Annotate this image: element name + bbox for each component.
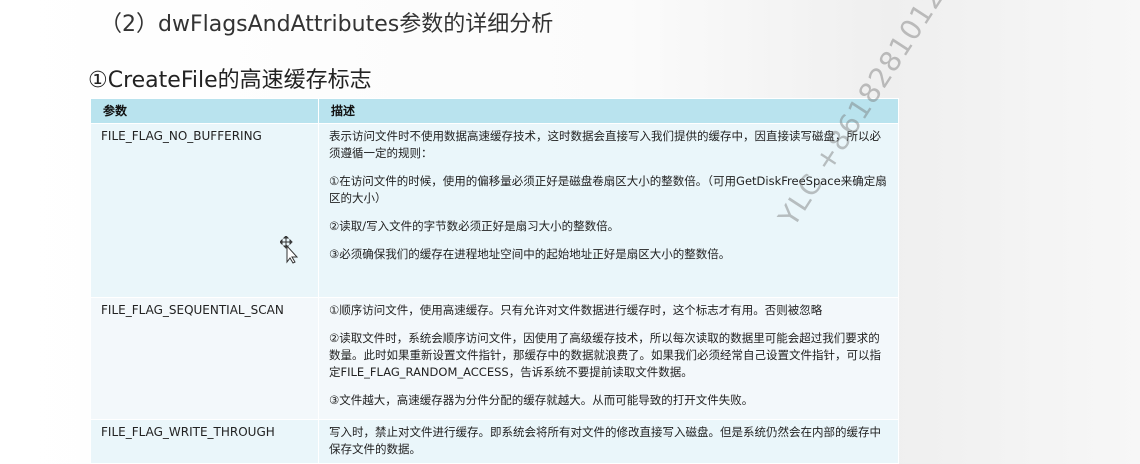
desc-paragraph: ①顺序访问文件，使用高速缓存。只有允许对文件数据进行缓存时，这个标志才有用。否则… [329, 303, 823, 317]
desc-paragraph: ③必须确保我们的缓存在进程地址空间中的起始地址正好是扇区大小的整数倍。 [329, 247, 731, 261]
desc-paragraph: 写入时，禁止对文件进行缓存。即系统会将所有对文件的修改直接写入磁盘。但是系统仍然… [329, 425, 881, 456]
table-row: FILE_FLAG_WRITE_THROUGH 写入时，禁止对文件进行缓存。即系… [90, 419, 899, 464]
table-row: FILE_FLAG_SEQUENTIAL_SCAN ①顺序访问文件，使用高速缓存… [90, 297, 899, 420]
flag-name: FILE_FLAG_SEQUENTIAL_SCAN [90, 297, 319, 420]
desc-paragraph: 表示访问文件时不使用数据高速缓存技术，这时数据会直接写入我们提供的缓存中，因直接… [329, 129, 881, 160]
subsection-heading: ①CreateFile的高速缓存标志 [88, 68, 372, 93]
flag-name: FILE_FLAG_NO_BUFFERING [90, 123, 319, 298]
table-header-row: 参数 描述 [90, 98, 899, 124]
flags-table: 参数 描述 FILE_FLAG_NO_BUFFERING 表示访问文件时不使用数… [90, 98, 899, 464]
header-param: 参数 [90, 98, 319, 124]
flag-name: FILE_FLAG_WRITE_THROUGH [90, 419, 319, 464]
section-heading: （2）dwFlagsAndAttributes参数的详细分析 [100, 12, 554, 37]
flag-description: ①顺序访问文件，使用高速缓存。只有允许对文件数据进行缓存时，这个标志才有用。否则… [318, 297, 899, 420]
move-cursor-icon [279, 235, 299, 264]
desc-paragraph: ②读取文件时，系统会顺序访问文件，因使用了高级缓存技术，所以每次读取的数据里可能… [329, 331, 881, 379]
flag-description: 写入时，禁止对文件进行缓存。即系统会将所有对文件的修改直接写入磁盘。但是系统仍然… [318, 419, 899, 464]
header-desc: 描述 [318, 98, 899, 124]
desc-paragraph: ③文件越大，高速缓存器为分件分配的缓存就越大。从而可能导致的打开文件失败。 [329, 393, 754, 407]
